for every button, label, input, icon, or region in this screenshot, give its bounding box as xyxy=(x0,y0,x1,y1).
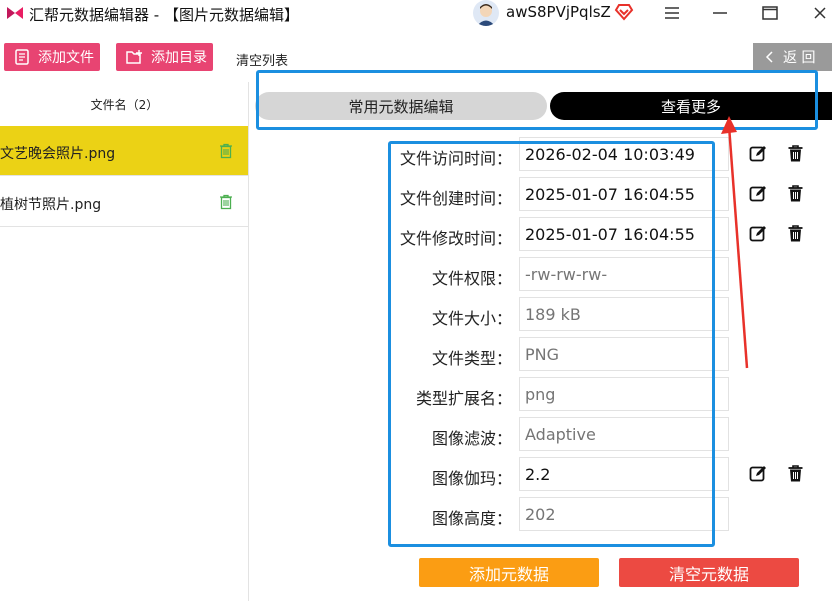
menu-button[interactable] xyxy=(650,0,694,26)
clear-metadata-button[interactable]: 清空元数据 xyxy=(619,558,799,587)
maximize-button[interactable] xyxy=(748,0,792,26)
delete-icon[interactable] xyxy=(788,225,803,242)
add-file-label: 添加文件 xyxy=(38,50,94,66)
file-list-panel: 文件名（2） 文艺晚会照片.png 植树节照片.png xyxy=(0,82,249,601)
window-title: 汇帮元数据编辑器 - 【图片元数据编辑】 xyxy=(29,6,299,24)
close-button[interactable] xyxy=(798,0,832,26)
add-file-button[interactable]: 添加文件 xyxy=(4,43,100,71)
edit-icon[interactable] xyxy=(749,465,767,483)
file-list-header: 文件名（2） xyxy=(90,97,159,112)
clear-list-button[interactable]: 清空列表 xyxy=(236,50,288,69)
app-logo-icon xyxy=(7,7,23,19)
delete-icon[interactable] xyxy=(788,185,803,202)
back-button[interactable]: 返 回 xyxy=(753,43,832,71)
annotation-highlight-fields xyxy=(388,141,715,547)
delete-file-icon[interactable] xyxy=(219,143,233,159)
minimize-icon xyxy=(713,12,727,14)
minimize-button[interactable] xyxy=(698,0,742,26)
user-avatar[interactable] xyxy=(473,0,499,26)
delete-icon[interactable] xyxy=(788,465,803,482)
file-name: 植树节照片.png xyxy=(0,197,102,213)
maximize-icon xyxy=(762,6,778,20)
file-list-item[interactable]: 文艺晚会照片.png xyxy=(0,126,248,176)
chevron-left-icon xyxy=(765,51,773,63)
file-list-item[interactable]: 植树节照片.png xyxy=(0,177,248,227)
file-name: 文艺晚会照片.png xyxy=(0,146,116,162)
user-name[interactable]: awS8PVjPqlsZ xyxy=(506,3,611,21)
close-icon xyxy=(814,7,826,19)
delete-icon[interactable] xyxy=(788,145,803,162)
hamburger-icon xyxy=(665,7,679,19)
add-metadata-button[interactable]: 添加元数据 xyxy=(419,558,599,587)
delete-file-icon[interactable] xyxy=(219,194,233,210)
add-directory-button[interactable]: 添加目录 xyxy=(116,43,213,71)
add-file-icon xyxy=(15,49,29,65)
annotation-arrow-icon xyxy=(721,116,749,369)
vip-heart-icon[interactable] xyxy=(614,2,634,22)
back-label: 返 回 xyxy=(783,50,816,66)
title-bar: 汇帮元数据编辑器 - 【图片元数据编辑】 awS8PVjPqlsZ xyxy=(0,0,832,28)
add-folder-icon xyxy=(126,50,142,64)
avatar-icon xyxy=(477,4,495,26)
add-directory-label: 添加目录 xyxy=(151,50,207,66)
